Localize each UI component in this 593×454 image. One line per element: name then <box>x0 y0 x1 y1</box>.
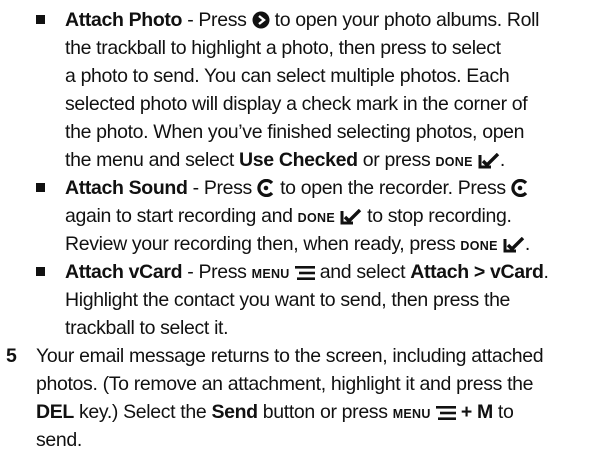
done-key-label: DONE <box>297 211 335 225</box>
del-key-label: DEL <box>36 401 74 423</box>
text-line: DEL key.) Select the Send button or pres… <box>36 398 514 426</box>
text-line: Attach Photo - Press to open your photo … <box>65 6 539 34</box>
attach-vcard-path: Attach > vCard <box>410 261 544 283</box>
record-icon <box>511 177 529 205</box>
m-key-label: + M <box>455 401 493 423</box>
done-check-icon <box>478 149 500 177</box>
manual-page: Attach Photo - Press to open your photo … <box>0 0 593 451</box>
item-title: Attach Photo <box>65 9 183 31</box>
bullet-marker <box>36 15 45 24</box>
done-key-label: DONE <box>460 239 498 253</box>
text-line: selected photo will display a check mark… <box>65 93 528 115</box>
done-check-icon <box>503 233 525 261</box>
item-title: Attach Sound <box>65 177 188 199</box>
bullet-marker <box>36 183 45 192</box>
menu-icon <box>294 261 315 289</box>
text-line: Highlight the contact you want to send, … <box>65 289 511 311</box>
use-checked-label: Use Checked <box>239 149 358 171</box>
text-line: a photo to send. You can select multiple… <box>65 65 510 87</box>
text-line: the trackball to highlight a photo, then… <box>65 37 501 59</box>
bullet-marker <box>36 267 45 276</box>
text-line: Your email message returns to the screen… <box>36 345 544 367</box>
record-icon <box>257 177 275 205</box>
text-line: again to start recording and DONE to sto… <box>65 202 512 230</box>
menu-icon <box>435 401 456 429</box>
trackball-icon <box>252 9 270 37</box>
text-line: Review your recording then, when ready, … <box>65 230 530 258</box>
text-line: send. <box>36 429 82 451</box>
text-line: the menu and select Use Checked or press… <box>65 146 505 174</box>
text-line: photos. (To remove an attachment, highli… <box>36 373 534 395</box>
text-line: the photo. When you’ve finished selectin… <box>65 121 525 143</box>
step-number: 5 <box>6 345 17 367</box>
menu-key-label: MENU <box>251 267 290 281</box>
text-line: Attach Sound - Press to open the recorde… <box>65 174 529 202</box>
done-key-label: DONE <box>435 155 473 169</box>
send-label: Send <box>211 401 258 423</box>
text-line: Attach vCard - Press MENU and select Att… <box>65 258 549 286</box>
menu-key-label: MENU <box>392 407 431 421</box>
item-title: Attach vCard <box>65 261 183 283</box>
text-line: trackball to select it. <box>65 317 229 339</box>
done-check-icon <box>340 205 362 233</box>
